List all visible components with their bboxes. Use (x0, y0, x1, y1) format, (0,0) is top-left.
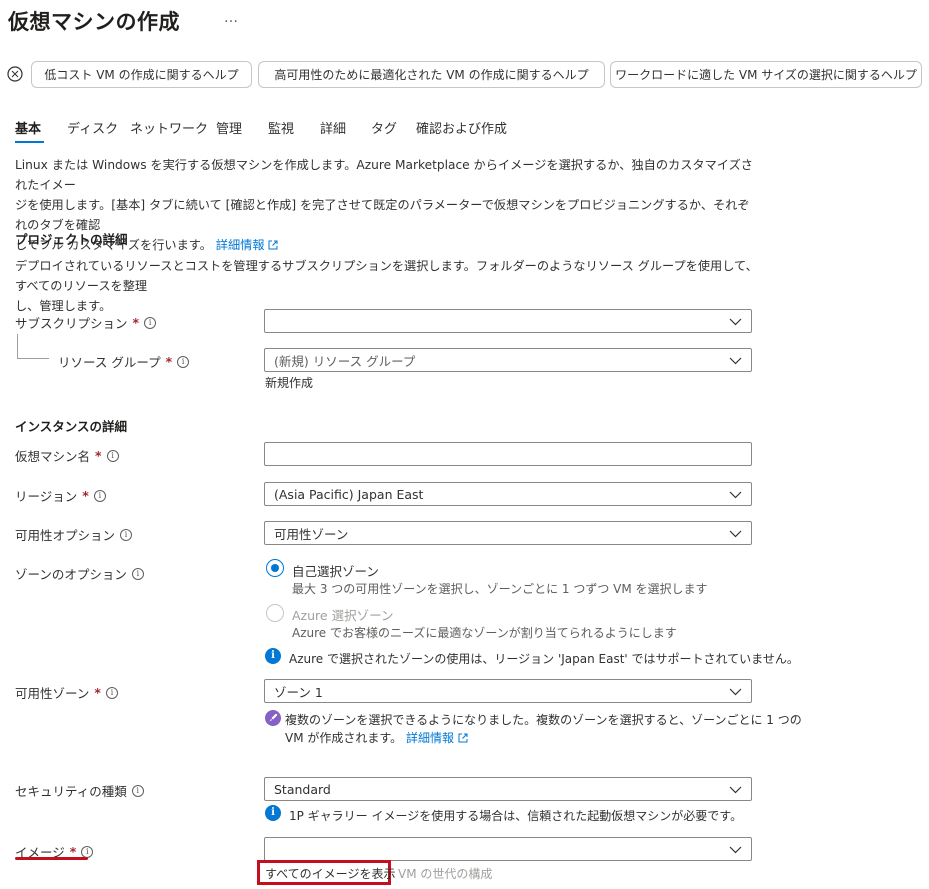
multi-zone-learn-more-link[interactable]: 詳細情報 (406, 731, 454, 745)
tab-tags[interactable]: タグ (371, 118, 397, 137)
info-icon[interactable]: i (93, 489, 106, 502)
help-high-availability-vm-button[interactable]: 高可用性のために最適化された VM の作成に関するヘルプ (258, 61, 605, 88)
zone-azure-selected-radio (266, 604, 284, 622)
availability-zone-label: 可用性ゾーン * i (15, 683, 118, 702)
multi-zone-note: 複数のゾーンを選択できるようになりました。複数のゾーンを選択すると、ゾーンごとに… (285, 713, 802, 745)
resource-group-label: リソース グループ * i (58, 352, 190, 371)
tab-advanced[interactable]: 詳細 (320, 118, 346, 137)
chevron-down-icon (729, 491, 742, 499)
chevron-down-icon (729, 318, 742, 326)
info-filled-icon: i (265, 805, 281, 821)
chevron-down-icon (729, 786, 742, 794)
create-new-resource-group-link[interactable]: 新規作成 (265, 374, 313, 391)
tree-connector (17, 358, 49, 359)
region-label: リージョン * i (15, 486, 106, 505)
help-vm-size-button[interactable]: ワークロードに適した VM サイズの選択に関するヘルプ (610, 61, 922, 88)
zone-azure-selected-desc: Azure でお客様のニーズに最適なゾーンが割り当てられるようにします (292, 626, 677, 640)
security-info-text: 1P ギャラリー イメージを使用する場合は、信頼された起動仮想マシンが必要です。 (289, 809, 743, 823)
availability-option-dropdown[interactable]: 可用性ゾーン (264, 521, 752, 545)
chevron-down-icon (729, 357, 742, 365)
availability-option-label: 可用性オプション i (15, 525, 133, 544)
instance-details-heading: インスタンスの詳細 (15, 419, 128, 434)
security-type-dropdown[interactable]: Standard (264, 777, 752, 801)
image-dropdown[interactable] (264, 837, 752, 861)
page-title: 仮想マシンの作成 (8, 10, 180, 34)
tab-review-create[interactable]: 確認および作成 (416, 118, 507, 137)
info-icon[interactable]: i (106, 449, 119, 462)
tab-networking[interactable]: ネットワーク (130, 118, 208, 137)
tab-basics[interactable]: 基本 (15, 118, 41, 137)
info-icon[interactable]: i (131, 567, 144, 580)
security-type-label: セキュリティの種類 i (15, 781, 144, 800)
chevron-down-icon (729, 530, 742, 538)
chevron-down-icon (729, 846, 742, 854)
subscription-label: サブスクリプション * i (15, 313, 157, 332)
external-link-icon (268, 240, 278, 250)
zone-self-selected-desc: 最大 3 つの可用性ゾーンを選択し、ゾーンごとに 1 つずつ VM を選択します (292, 582, 708, 596)
info-icon[interactable]: i (177, 355, 190, 368)
active-tab-indicator (15, 141, 44, 143)
rocket-icon (265, 710, 281, 726)
see-all-images-link[interactable]: すべてのイメージを表示 (265, 865, 395, 882)
subscription-dropdown[interactable] (264, 309, 752, 333)
zone-options-label: ゾーンのオプション i (15, 564, 144, 583)
tab-disks[interactable]: ディスク (67, 118, 118, 137)
help-assistant-icon (7, 66, 23, 82)
vm-name-input[interactable] (264, 442, 752, 466)
tab-management[interactable]: 管理 (216, 118, 242, 137)
zone-self-selected-title: 自己選択ゾーン (292, 564, 379, 579)
info-icon[interactable]: i (144, 316, 157, 329)
info-filled-icon: i (265, 648, 281, 664)
availability-zone-dropdown[interactable]: ゾーン 1 (264, 679, 752, 703)
help-low-cost-vm-button[interactable]: 低コスト VM の作成に関するヘルプ (31, 61, 252, 88)
more-options-button[interactable]: … (224, 10, 239, 26)
external-link-icon (458, 733, 468, 743)
info-icon[interactable]: i (105, 686, 118, 699)
project-details-heading: プロジェクトの詳細 (15, 232, 128, 247)
zone-support-info-text: Azure で選択されたゾーンの使用は、リージョン 'Japan East' で… (289, 652, 799, 666)
vm-name-label: 仮想マシン名 * i (15, 446, 119, 465)
zone-self-selected-radio[interactable] (266, 559, 284, 577)
image-label-highlight-underline (15, 857, 88, 860)
info-icon[interactable]: i (120, 528, 133, 541)
zone-azure-selected-title: Azure 選択ゾーン (292, 608, 394, 623)
resource-group-dropdown[interactable]: (新規) リソース グループ (264, 348, 752, 372)
info-icon[interactable]: i (131, 784, 144, 797)
tree-connector (17, 334, 18, 359)
tab-monitoring[interactable]: 監視 (268, 118, 294, 137)
vm-generation-config-link: VM の世代の構成 (398, 867, 493, 881)
info-icon[interactable]: i (81, 845, 94, 858)
project-details-desc: デプロイされているリソースとコストを管理するサブスクリプションを選択します。フォ… (15, 259, 758, 313)
region-dropdown[interactable]: (Asia Pacific) Japan East (264, 482, 752, 506)
intro-learn-more-link[interactable]: 詳細情報 (216, 238, 265, 252)
chevron-down-icon (729, 688, 742, 696)
